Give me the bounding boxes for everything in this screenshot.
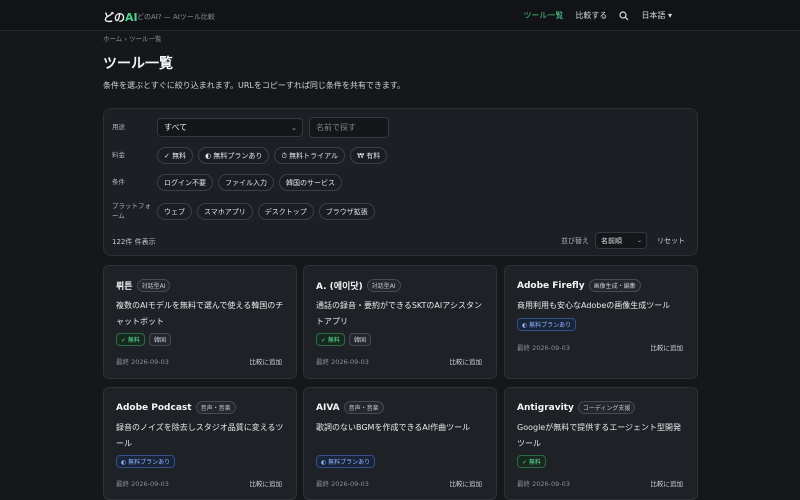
tool-card[interactable]: Adobe Podcast 音声・音楽 録音のノイズを除去しスタジオ品質に変えるツ… <box>103 387 297 500</box>
nav-tools-link[interactable]: ツール一覧 <box>523 10 563 21</box>
add-to-compare-button[interactable]: 比較に追加 <box>651 478 684 488</box>
country-badge: 韓国 <box>148 333 171 346</box>
tool-name: AIVA <box>316 402 340 413</box>
tool-name: 뤼튼 <box>116 282 133 292</box>
tool-description: 通話の録音・要約ができるSKTのAIアシスタントアプリ <box>316 301 482 326</box>
reset-button[interactable]: リセット <box>657 236 685 246</box>
site-header: どのAI どのAI? — AIツール比較 ツール一覧 比較する 日本語 ▾ <box>0 0 800 31</box>
price-chip-paid[interactable]: ₩ 有料 <box>350 147 388 164</box>
tool-card[interactable]: 뤼튼 対話型AI 複数のAIモデルを無料で選んで使える韓国のチャットボット ✓ 無… <box>103 265 297 379</box>
category-tag: 画像生成・編集 <box>588 279 641 292</box>
updated-date: 最終 2026-09-03 <box>116 480 169 488</box>
updated-date: 最終 2026-09-03 <box>316 480 369 488</box>
chevron-down-icon: ▾ <box>667 11 672 20</box>
price-chip-free[interactable]: ✓ 無料 <box>157 147 194 164</box>
add-to-compare-button[interactable]: 比較に追加 <box>450 356 483 366</box>
tool-name: Antigravity <box>517 402 574 413</box>
tool-description: 商用利用も安心なAdobeの画像生成ツール <box>517 301 671 310</box>
sort-label: 並び替え <box>561 236 589 245</box>
platform-chip-web[interactable]: ウェブ <box>157 203 192 221</box>
tool-name: Adobe Podcast <box>116 402 192 413</box>
price-badge: ◐ 無料プランあり <box>116 455 176 468</box>
tool-name: A. (에이닷) <box>316 282 363 292</box>
add-to-compare-button[interactable]: 比較に追加 <box>250 356 283 366</box>
tool-name: Adobe Firefly <box>517 280 585 291</box>
updated-date: 最終 2026-09-03 <box>517 344 570 352</box>
add-to-compare-button[interactable]: 比較に追加 <box>250 478 283 488</box>
page-title: ツール一覧 <box>103 56 173 72</box>
breadcrumb[interactable]: ホーム › ツール一覧 <box>103 33 162 43</box>
result-count: 122件 件表示 <box>112 238 156 246</box>
price-chip-freemium[interactable]: ◐ 無料プランあり <box>198 147 270 164</box>
updated-date: 最終 2026-09-03 <box>116 358 169 366</box>
cond-chip-korean[interactable]: 韓国のサービス <box>279 174 342 191</box>
price-badge: ✓ 無料 <box>116 333 145 346</box>
category-tag: 音声・音楽 <box>195 401 236 414</box>
updated-date: 最終 2026-09-03 <box>316 358 369 366</box>
platform-label: プラットフォーム <box>112 202 151 220</box>
add-to-compare-button[interactable]: 比較に追加 <box>651 342 684 352</box>
sort-controls: 並び替え 名前順 ⌄ リセット <box>561 232 685 249</box>
tool-description: 複数のAIモデルを無料で選んで使える韓国のチャットボット <box>116 301 284 326</box>
language-selector[interactable]: 日本語 ▾ <box>641 10 672 21</box>
updated-date: 最終 2026-09-03 <box>517 480 570 488</box>
category-tag: コーディング支援 <box>577 401 636 414</box>
site-logo[interactable]: どのAI <box>103 9 138 25</box>
tool-card[interactable]: AIVA 音声・音楽 歌詞のないBGMを作成できるAI作曲ツール ◐ 無料プランあ… <box>303 387 497 500</box>
chevron-down-icon: ⌄ <box>636 237 642 244</box>
category-tag: 音声・音楽 <box>343 401 384 414</box>
price-chip-trial[interactable]: ⏱ 無料トライアル <box>274 147 346 164</box>
cond-chip-no-login[interactable]: ログイン不要 <box>157 174 213 191</box>
tool-card[interactable]: Adobe Firefly 画像生成・編集 商用利用も安心なAdobeの画像生成ツ… <box>504 265 698 379</box>
page-description: 条件を選ぶとすぐに絞り込まれます。URLをコピーすれば同じ条件を共有できます。 <box>103 81 406 90</box>
category-tag: 対話型AI <box>366 279 401 292</box>
platform-chip-mobile[interactable]: スマホアプリ <box>197 203 253 221</box>
category-tag: 対話型AI <box>136 279 171 292</box>
platform-chip-desktop[interactable]: デスクトップ <box>257 203 314 221</box>
price-badge: ✓ 無料 <box>316 333 345 346</box>
name-search-input[interactable]: 名前で探す <box>309 117 389 138</box>
add-to-compare-button[interactable]: 比較に追加 <box>450 478 483 488</box>
use-select[interactable]: すべて ⌄ <box>157 118 303 137</box>
main-nav: ツール一覧 比較する 日本語 ▾ <box>523 10 672 21</box>
use-label: 用途 <box>112 122 125 131</box>
cond-chip-file-input[interactable]: ファイル入力 <box>218 174 274 191</box>
sort-select[interactable]: 名前順 ⌄ <box>595 232 647 249</box>
condition-label: 条件 <box>112 177 125 186</box>
chevron-down-icon: ⌄ <box>291 124 297 132</box>
platform-chip-extension[interactable]: ブラウザ拡張 <box>318 203 375 221</box>
price-badge: ◐ 無料プランあり <box>316 455 376 468</box>
price-badge: ◐ 無料プランあり <box>517 318 577 331</box>
price-badge: ✓ 無料 <box>517 455 546 468</box>
price-label: 料金 <box>112 150 125 159</box>
search-icon[interactable] <box>619 10 629 21</box>
tool-card[interactable]: A. (에이닷) 対話型AI 通話の録音・要約ができるSKTのAIアシスタントアプ… <box>303 265 497 379</box>
tool-description: 録音のノイズを除去しスタジオ品質に変えるツール <box>116 423 284 448</box>
site-tagline: どのAI? — AIツール比較 <box>137 13 215 21</box>
country-badge: 韓国 <box>348 333 371 346</box>
tool-card[interactable]: Antigravity コーディング支援 Googleが無料で提供するエージェント… <box>504 387 698 500</box>
tool-description: 歌詞のないBGMを作成できるAI作曲ツール <box>316 423 471 432</box>
tool-description: Googleが無料で提供するエージェント型開発ツール <box>517 423 682 448</box>
filter-panel: 用途 すべて ⌄ 名前で探す 料金 ✓ 無料 ◐ 無料プランあり ⏱ 無料トライア… <box>103 108 698 256</box>
nav-compare-link[interactable]: 比較する <box>575 10 607 21</box>
